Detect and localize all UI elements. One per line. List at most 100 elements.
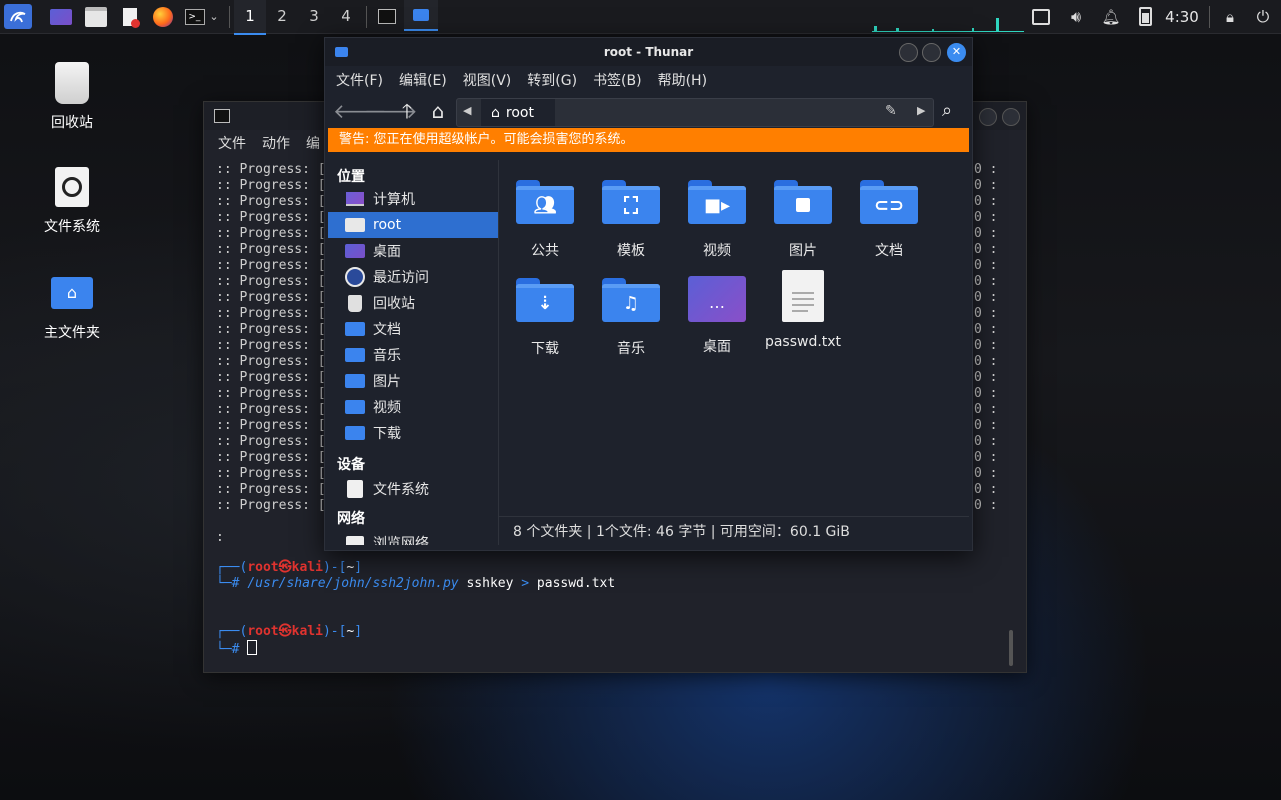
- thunar-titlebar[interactable]: root - Thunar ✕: [325, 38, 972, 66]
- sidebar-item-label: 浏览网络: [373, 536, 429, 545]
- file-label: 模板: [617, 243, 645, 259]
- terminal-scrollbar[interactable]: [1009, 630, 1013, 666]
- desktop-trash[interactable]: 回收站: [27, 60, 117, 132]
- sidebar-item-computer[interactable]: 计算机: [328, 186, 498, 212]
- chevron-left-icon[interactable]: ◀: [463, 104, 471, 117]
- sidebar-item-desktop[interactable]: 桌面: [328, 238, 498, 264]
- back-arrow-icon[interactable]: 🡐: [333, 99, 387, 123]
- folder-music[interactable]: ♫ 音乐: [591, 274, 671, 358]
- sidebar-item-videos[interactable]: 视频: [328, 394, 498, 420]
- desktop-icon-label: 主文件夹: [44, 325, 100, 341]
- progress-line-right: 0 :: [974, 162, 998, 177]
- music-folder-icon: [345, 347, 365, 363]
- close-button[interactable]: ✕: [947, 43, 966, 62]
- folder-templates[interactable]: 模板: [591, 176, 671, 260]
- search-icon[interactable]: ⌕: [935, 99, 959, 123]
- text-editor-launcher[interactable]: [118, 4, 142, 29]
- workspace-1[interactable]: 1: [234, 0, 266, 35]
- lock-icon[interactable]: 🔒︎: [1220, 4, 1240, 29]
- workspace-4[interactable]: 4: [330, 0, 362, 33]
- terminal-icon: >_: [185, 8, 206, 25]
- clock[interactable]: 4:30: [1162, 4, 1202, 29]
- sidebar-item-trash[interactable]: 回收站: [328, 290, 498, 316]
- menu-go[interactable]: 转到(G): [527, 70, 577, 90]
- sidebar-item-label: 计算机: [373, 192, 415, 208]
- chevron-right-icon[interactable]: ▶: [917, 104, 925, 117]
- monitor-icon: [1032, 8, 1050, 25]
- notification-bell-icon[interactable]: 🔔︎: [1100, 4, 1122, 29]
- firefox-launcher[interactable]: [150, 4, 176, 29]
- maximize-button[interactable]: [922, 43, 941, 62]
- folder-pictures[interactable]: 图片: [763, 176, 843, 260]
- folder-public[interactable]: 👥︎ 公共: [505, 176, 585, 260]
- volume-icon[interactable]: 🔊︎: [1065, 4, 1087, 29]
- menu-help[interactable]: 帮助(H): [658, 70, 707, 90]
- sidebar-item-label: 最近访问: [373, 270, 429, 286]
- chevron-down-icon[interactable]: ⌄: [209, 10, 218, 23]
- sidebar-item-pictures[interactable]: 图片: [328, 368, 498, 394]
- file-passwd-txt[interactable]: passwd.txt: [763, 270, 843, 350]
- workspace-2[interactable]: 2: [266, 0, 298, 33]
- menu-edit[interactable]: 编辑(E): [399, 70, 447, 90]
- sidebar-item-root[interactable]: root: [328, 212, 498, 238]
- taskbar-thunar-window[interactable]: [404, 0, 438, 31]
- menu-file[interactable]: 文件(F): [336, 70, 383, 90]
- home-folder-icon: ⌂: [49, 270, 95, 316]
- home-icon[interactable]: ⌂: [426, 99, 450, 123]
- folder-videos[interactable]: ■▸ 视频: [677, 176, 757, 260]
- workspace-3[interactable]: 3: [298, 0, 330, 33]
- progress-line-right: 0 :: [974, 306, 998, 321]
- terminal-colon: :: [216, 530, 224, 545]
- logout-icon[interactable]: ⏻: [1252, 4, 1274, 29]
- sidebar-item-documents[interactable]: 文档: [328, 316, 498, 342]
- folder-desktop[interactable]: … 桌面: [677, 274, 757, 356]
- thunar-window[interactable]: root - Thunar ✕ 文件(F) 编辑(E) 视图(V) 转到(G) …: [324, 37, 973, 551]
- close-button[interactable]: [1002, 108, 1020, 126]
- progress-line-right: 0 :: [974, 274, 998, 289]
- menu-view[interactable]: 视图(V): [463, 70, 512, 90]
- clock-icon: [345, 267, 365, 287]
- sidebar-item-label: 文档: [373, 322, 401, 338]
- terminal-launcher[interactable]: >_ ⌄: [181, 4, 223, 29]
- desktop-icon: …: [688, 276, 746, 322]
- minimize-button[interactable]: [899, 43, 918, 62]
- video-icon: ■▸: [688, 180, 746, 224]
- breadcrumb[interactable]: ⌂ root: [481, 99, 555, 126]
- progress-line: :: Progress: [: [216, 434, 326, 449]
- sidebar-item-filesystem[interactable]: 文件系统: [328, 476, 498, 502]
- edit-pencil-icon[interactable]: ✎: [885, 103, 897, 119]
- folder-downloads[interactable]: ⇣ 下载: [505, 274, 585, 358]
- sidebar-item-music[interactable]: 音乐: [328, 342, 498, 368]
- terminal-menu-edit[interactable]: 编: [306, 133, 320, 153]
- prompt-user: root㉿kali: [247, 624, 323, 639]
- sidebar-item-browse-network[interactable]: 浏览网络: [328, 530, 498, 545]
- progress-line: :: Progress: [: [216, 258, 326, 273]
- sidebar-item-recent[interactable]: 最近访问: [328, 264, 498, 290]
- terminal-menu-actions[interactable]: 动作: [262, 133, 290, 153]
- sidebar-header-devices: 设备: [337, 457, 365, 473]
- sidebar-item-label: 下载: [373, 426, 401, 442]
- terminal-menu-file[interactable]: 文件: [218, 133, 246, 153]
- up-arrow-icon[interactable]: 🡑: [395, 99, 419, 123]
- kali-menu-button[interactable]: [4, 4, 32, 29]
- desktop-filesystem[interactable]: 文件系统: [27, 164, 117, 236]
- file-label: 图片: [789, 243, 817, 259]
- show-desktop-button[interactable]: [48, 4, 74, 29]
- forward-arrow-icon[interactable]: 🡒: [364, 99, 418, 123]
- terminal-input-line[interactable]: └─#: [216, 640, 258, 658]
- battery-icon[interactable]: [1135, 4, 1155, 29]
- display-settings-button[interactable]: [1031, 4, 1051, 29]
- location-bar[interactable]: ◀ ⌂ root ✎ ▶: [456, 98, 934, 127]
- terminal-icon: [378, 9, 396, 24]
- downloads-folder-icon: [345, 425, 365, 441]
- sidebar-item-downloads[interactable]: 下载: [328, 420, 498, 446]
- documents-folder-icon: [345, 321, 365, 337]
- folder-documents[interactable]: ⊂⊃ 文档: [849, 176, 929, 260]
- file-manager-launcher[interactable]: [83, 4, 109, 29]
- taskbar-terminal-window[interactable]: [372, 4, 402, 29]
- progress-line-right: 0 :: [974, 322, 998, 337]
- trash-icon: [345, 294, 365, 312]
- maximize-button[interactable]: [979, 108, 997, 126]
- desktop-home-folder[interactable]: ⌂ 主文件夹: [27, 270, 117, 342]
- menu-bookmarks[interactable]: 书签(B): [593, 70, 642, 90]
